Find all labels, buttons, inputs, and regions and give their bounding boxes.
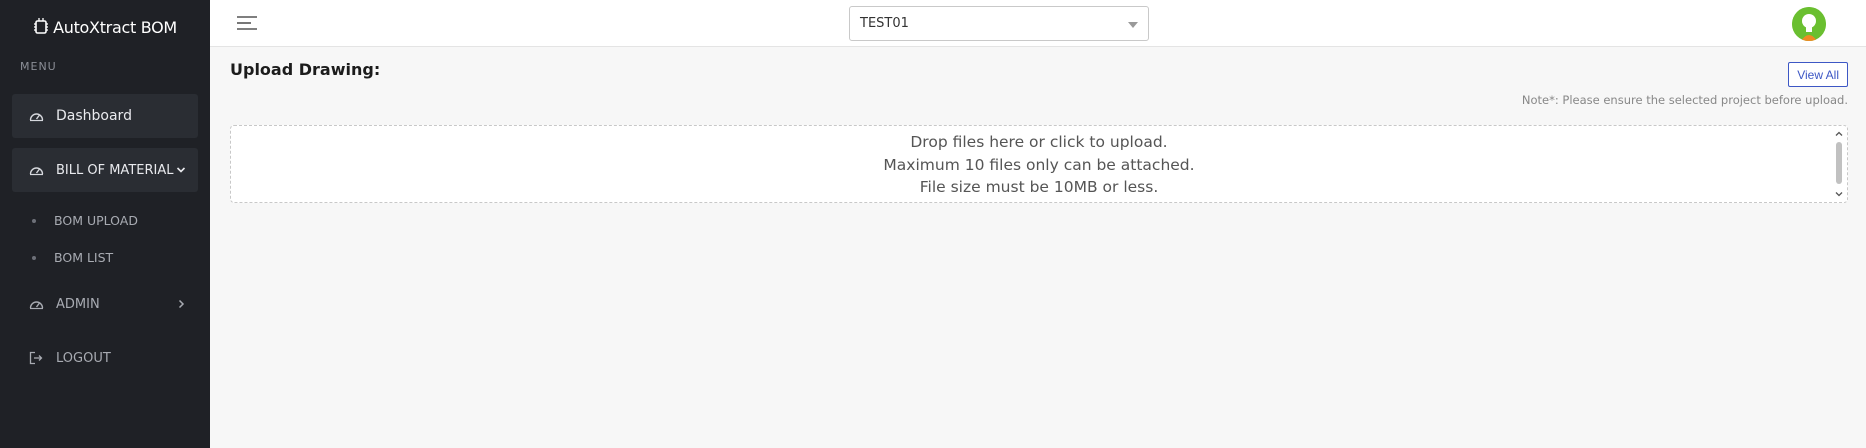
caret-down-icon: [1128, 22, 1138, 28]
sidebar-item-label: Dashboard: [56, 108, 132, 124]
subitem-label: BOM LIST: [54, 250, 114, 265]
bom-submenu: BOM UPLOAD BOM LIST: [0, 202, 210, 276]
file-dropzone[interactable]: Drop files here or click to upload. Maxi…: [230, 125, 1848, 203]
main-content: Upload Drawing: View All Note*: Please e…: [210, 47, 1866, 448]
menu-heading: MENU: [20, 60, 57, 73]
upload-note: Note*: Please ensure the selected projec…: [1521, 93, 1848, 107]
speedometer-icon: [28, 162, 44, 178]
user-avatar[interactable]: [1792, 7, 1826, 41]
dropzone-line-1: Drop files here or click to upload.: [910, 133, 1168, 151]
chip-logo-icon: [34, 18, 49, 34]
speedometer-icon: [28, 296, 44, 312]
scroll-down-arrow-icon[interactable]: [1835, 190, 1843, 198]
hamburger-menu-icon[interactable]: [236, 14, 258, 32]
project-select[interactable]: TEST01: [849, 6, 1149, 41]
project-select-value: TEST01: [860, 16, 909, 31]
sidebar-item-dashboard[interactable]: Dashboard: [12, 94, 198, 138]
top-header: TEST01: [210, 0, 1866, 47]
sidebar-subitem-bom-upload[interactable]: BOM UPLOAD: [0, 202, 210, 239]
brand-logo[interactable]: AutoXtract BOM: [0, 0, 210, 54]
subitem-label: BOM UPLOAD: [54, 213, 138, 228]
view-all-button[interactable]: View All: [1788, 62, 1848, 87]
sidebar: AutoXtract BOM MENU Dashboard BILL OF MA…: [0, 0, 210, 448]
brand-name: AutoXtract BOM: [53, 17, 177, 37]
speedometer-icon: [28, 108, 44, 124]
dropzone-line-3: File size must be 10MB or less.: [919, 178, 1159, 196]
sidebar-item-bill-of-material[interactable]: BILL OF MATERIAL: [12, 148, 198, 192]
logout-icon: [28, 350, 44, 366]
dropzone-scrollbar[interactable]: [1833, 128, 1845, 200]
scrollbar-thumb[interactable]: [1836, 142, 1842, 184]
dropzone-line-2: Maximum 10 files only can be attached.: [883, 155, 1195, 174]
sidebar-item-label: LOGOUT: [56, 350, 111, 366]
sidebar-item-logout[interactable]: LOGOUT: [12, 336, 198, 380]
sidebar-item-label: BILL OF MATERIAL: [56, 162, 174, 178]
bulb-avatar-icon: [1792, 7, 1826, 41]
sidebar-item-label: ADMIN: [56, 296, 100, 312]
chevron-down-icon: [176, 167, 186, 173]
page-title: Upload Drawing:: [230, 60, 381, 79]
sidebar-subitem-bom-list[interactable]: BOM LIST: [0, 239, 210, 276]
sidebar-item-admin[interactable]: ADMIN: [12, 282, 198, 326]
chevron-right-icon: [178, 299, 185, 309]
bullet-icon: [32, 255, 36, 260]
scroll-up-arrow-icon[interactable]: [1835, 130, 1843, 138]
bullet-icon: [32, 218, 36, 223]
